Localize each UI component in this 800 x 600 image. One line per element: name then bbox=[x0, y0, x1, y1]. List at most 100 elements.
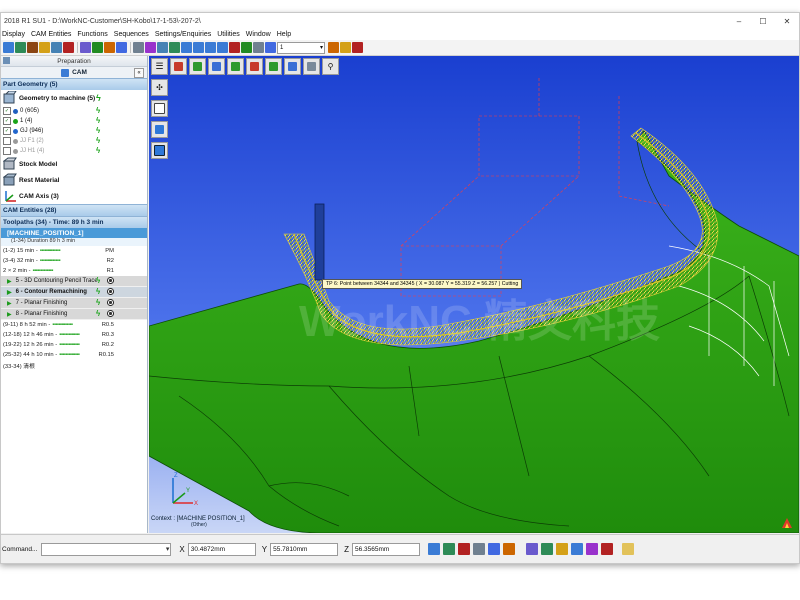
collapse-icon[interactable]: « bbox=[134, 68, 144, 78]
checkbox-unchecked[interactable] bbox=[3, 147, 11, 155]
view-user-icon[interactable]: ⚲ bbox=[322, 58, 339, 75]
view-iso-icon[interactable] bbox=[227, 58, 244, 75]
checkbox-unchecked[interactable] bbox=[3, 137, 11, 145]
level-combo[interactable]: 1 bbox=[277, 41, 325, 54]
checkbox-checked[interactable]: ✓ bbox=[3, 117, 11, 125]
folder-icon[interactable] bbox=[39, 42, 50, 53]
point-icon[interactable] bbox=[457, 543, 470, 555]
sphere-icon[interactable] bbox=[80, 42, 91, 53]
menu-settings[interactable]: Settings/Enquiries bbox=[154, 31, 216, 38]
robot-icon[interactable] bbox=[340, 42, 351, 53]
menu-help[interactable]: Help bbox=[276, 31, 296, 38]
expand-arrow-icon[interactable]: ▶ bbox=[7, 289, 12, 296]
view-top-icon[interactable] bbox=[170, 58, 187, 75]
pick-icon[interactable] bbox=[442, 543, 455, 555]
grid-snap-icon[interactable] bbox=[472, 543, 485, 555]
toolpath-group[interactable]: (19-22) 12 h 26 min - ▪▪▪▪▪▪▪▪▪▪▪▪▪ R0.2 bbox=[1, 340, 147, 350]
menu-display[interactable]: Display bbox=[1, 31, 30, 38]
angle-icon[interactable] bbox=[502, 543, 515, 555]
layer-icon[interactable] bbox=[241, 42, 252, 53]
view-left-icon[interactable] bbox=[265, 58, 282, 75]
open-icon[interactable] bbox=[3, 42, 14, 53]
menu-sequences[interactable]: Sequences bbox=[113, 31, 154, 38]
report-icon[interactable] bbox=[570, 543, 583, 555]
operation-row[interactable]: ▶ 8 - Planar Finishing ϟ bbox=[1, 309, 147, 320]
3d-viewport[interactable]: WorkNC 精文科技 Z X Y ☰ ⚲ ✣ TP 6: Point betw… bbox=[149, 56, 799, 533]
view-section-icon[interactable] bbox=[303, 58, 320, 75]
menu-utilities[interactable]: Utilities bbox=[216, 31, 245, 38]
close-button[interactable]: ✕ bbox=[775, 13, 799, 29]
machine-icon[interactable] bbox=[328, 42, 339, 53]
measure-icon[interactable] bbox=[229, 42, 240, 53]
arrow-down-icon[interactable] bbox=[217, 42, 228, 53]
section-icon[interactable] bbox=[265, 42, 276, 53]
tool-library-icon[interactable] bbox=[555, 543, 568, 555]
expand-arrow-icon[interactable]: ▶ bbox=[7, 311, 12, 318]
menu-cam-entities[interactable]: CAM Entities bbox=[30, 31, 76, 38]
geometry-item[interactable]: JJ H1 (4) ϟ bbox=[1, 146, 147, 156]
y-coordinate-field[interactable]: 55.7810mm bbox=[270, 542, 339, 556]
rest-material-row[interactable]: Rest Material bbox=[1, 172, 147, 188]
expand-arrow-icon[interactable]: ▶ bbox=[7, 300, 12, 307]
toolpath-group[interactable]: (3-4) 32 min - ▪▪▪▪▪▪▪▪▪▪▪▪▪ R2 bbox=[1, 256, 147, 266]
zoom-icon[interactable] bbox=[133, 42, 144, 53]
toolpath-group[interactable]: (12-18) 12 h 46 min - ▪▪▪▪▪▪▪▪▪▪▪▪▪ R0.3 bbox=[1, 330, 147, 340]
command-input[interactable] bbox=[41, 542, 172, 556]
grid-icon[interactable] bbox=[51, 42, 62, 53]
pan-icon[interactable] bbox=[157, 42, 168, 53]
shaded-edges-icon[interactable] bbox=[151, 142, 168, 159]
operation-row[interactable]: ▶ 6 - Contour Remachining ϟ bbox=[1, 287, 147, 298]
postprocessor-icon[interactable] bbox=[585, 543, 598, 555]
wireframe-icon[interactable] bbox=[151, 100, 168, 117]
toolpath-group[interactable]: (9-11) 8 h 52 min - ▪▪▪▪▪▪▪▪▪▪▪▪▪ R0.5 bbox=[1, 320, 147, 330]
fit-icon[interactable] bbox=[169, 42, 180, 53]
save-icon[interactable] bbox=[15, 42, 26, 53]
toolpath-group[interactable]: (1-2) 15 min - ▪▪▪▪▪▪▪▪▪▪▪▪▪ PM bbox=[1, 246, 147, 256]
rotate-icon[interactable] bbox=[145, 42, 156, 53]
cam-entities-section[interactable]: CAM Entities (28) bbox=[1, 204, 147, 216]
toolpath-group[interactable]: 2 × 2 min - ▪▪▪▪▪▪▪▪▪▪▪▪▪ R1 bbox=[1, 266, 147, 276]
stock-icon[interactable] bbox=[540, 543, 553, 555]
z-coordinate-field[interactable]: 56.3565mm bbox=[351, 542, 420, 556]
operation-row[interactable]: ▶ 7 - Planar Finishing ϟ bbox=[1, 298, 147, 309]
geometry-item[interactable]: ✓ 0 (605) ϟ bbox=[1, 106, 147, 116]
arrow-right-icon[interactable] bbox=[193, 42, 204, 53]
toolpath-group[interactable]: (33-34) 清根 bbox=[1, 360, 147, 370]
cam-axis-row[interactable]: CAM Axis (3) bbox=[1, 188, 147, 204]
view-bottom-icon[interactable] bbox=[284, 58, 301, 75]
cube-icon[interactable] bbox=[92, 42, 103, 53]
arrow-left-icon[interactable] bbox=[181, 42, 192, 53]
toolpath-icon[interactable] bbox=[525, 543, 538, 555]
view-back-icon[interactable] bbox=[246, 58, 263, 75]
cam-tab[interactable]: CAM « bbox=[1, 67, 147, 78]
checkbox-checked[interactable]: ✓ bbox=[3, 127, 11, 135]
snap-icon[interactable] bbox=[427, 543, 440, 555]
view-icon[interactable] bbox=[116, 42, 127, 53]
select-icon[interactable] bbox=[253, 42, 264, 53]
machine-position-row[interactable]: [MACHINE_POSITION_1] bbox=[1, 228, 147, 238]
geometry-item[interactable]: ✓ GJ (946) ϟ bbox=[1, 126, 147, 136]
view-front-icon[interactable] bbox=[189, 58, 206, 75]
stock-model-row[interactable]: Stock Model bbox=[1, 156, 147, 172]
menu-window[interactable]: Window bbox=[245, 31, 276, 38]
simulation-icon[interactable] bbox=[352, 42, 363, 53]
maximize-button[interactable]: ☐ bbox=[751, 13, 775, 29]
part-geometry-section[interactable]: Part Geometry (5) bbox=[1, 78, 147, 90]
collision-icon[interactable] bbox=[600, 543, 613, 555]
operation-row[interactable]: ▶ 5 - 3D Contouring Pencil Trace ϟ bbox=[1, 276, 147, 287]
cut-icon[interactable] bbox=[104, 42, 115, 53]
geometry-item[interactable]: ✓ 1 (4) ϟ bbox=[1, 116, 147, 126]
x-coordinate-field[interactable]: 30.4872mm bbox=[187, 542, 256, 556]
menu-functions[interactable]: Functions bbox=[76, 31, 112, 38]
view-right-icon[interactable] bbox=[208, 58, 225, 75]
checkbox-checked[interactable]: ✓ bbox=[3, 107, 11, 115]
geometry-to-machine-row[interactable]: Geometry to machine (5) ϟ bbox=[1, 90, 147, 106]
tool-icon[interactable] bbox=[63, 42, 74, 53]
menu-icon[interactable]: ☰ bbox=[151, 58, 168, 75]
orbit-icon[interactable]: ✣ bbox=[151, 79, 168, 96]
print-icon[interactable] bbox=[27, 42, 38, 53]
geometry-item[interactable]: JJ F1 (2) ϟ bbox=[1, 136, 147, 146]
hand-icon[interactable] bbox=[621, 543, 634, 555]
measure-distance-icon[interactable] bbox=[487, 543, 500, 555]
expand-arrow-icon[interactable]: ▶ bbox=[7, 278, 12, 285]
